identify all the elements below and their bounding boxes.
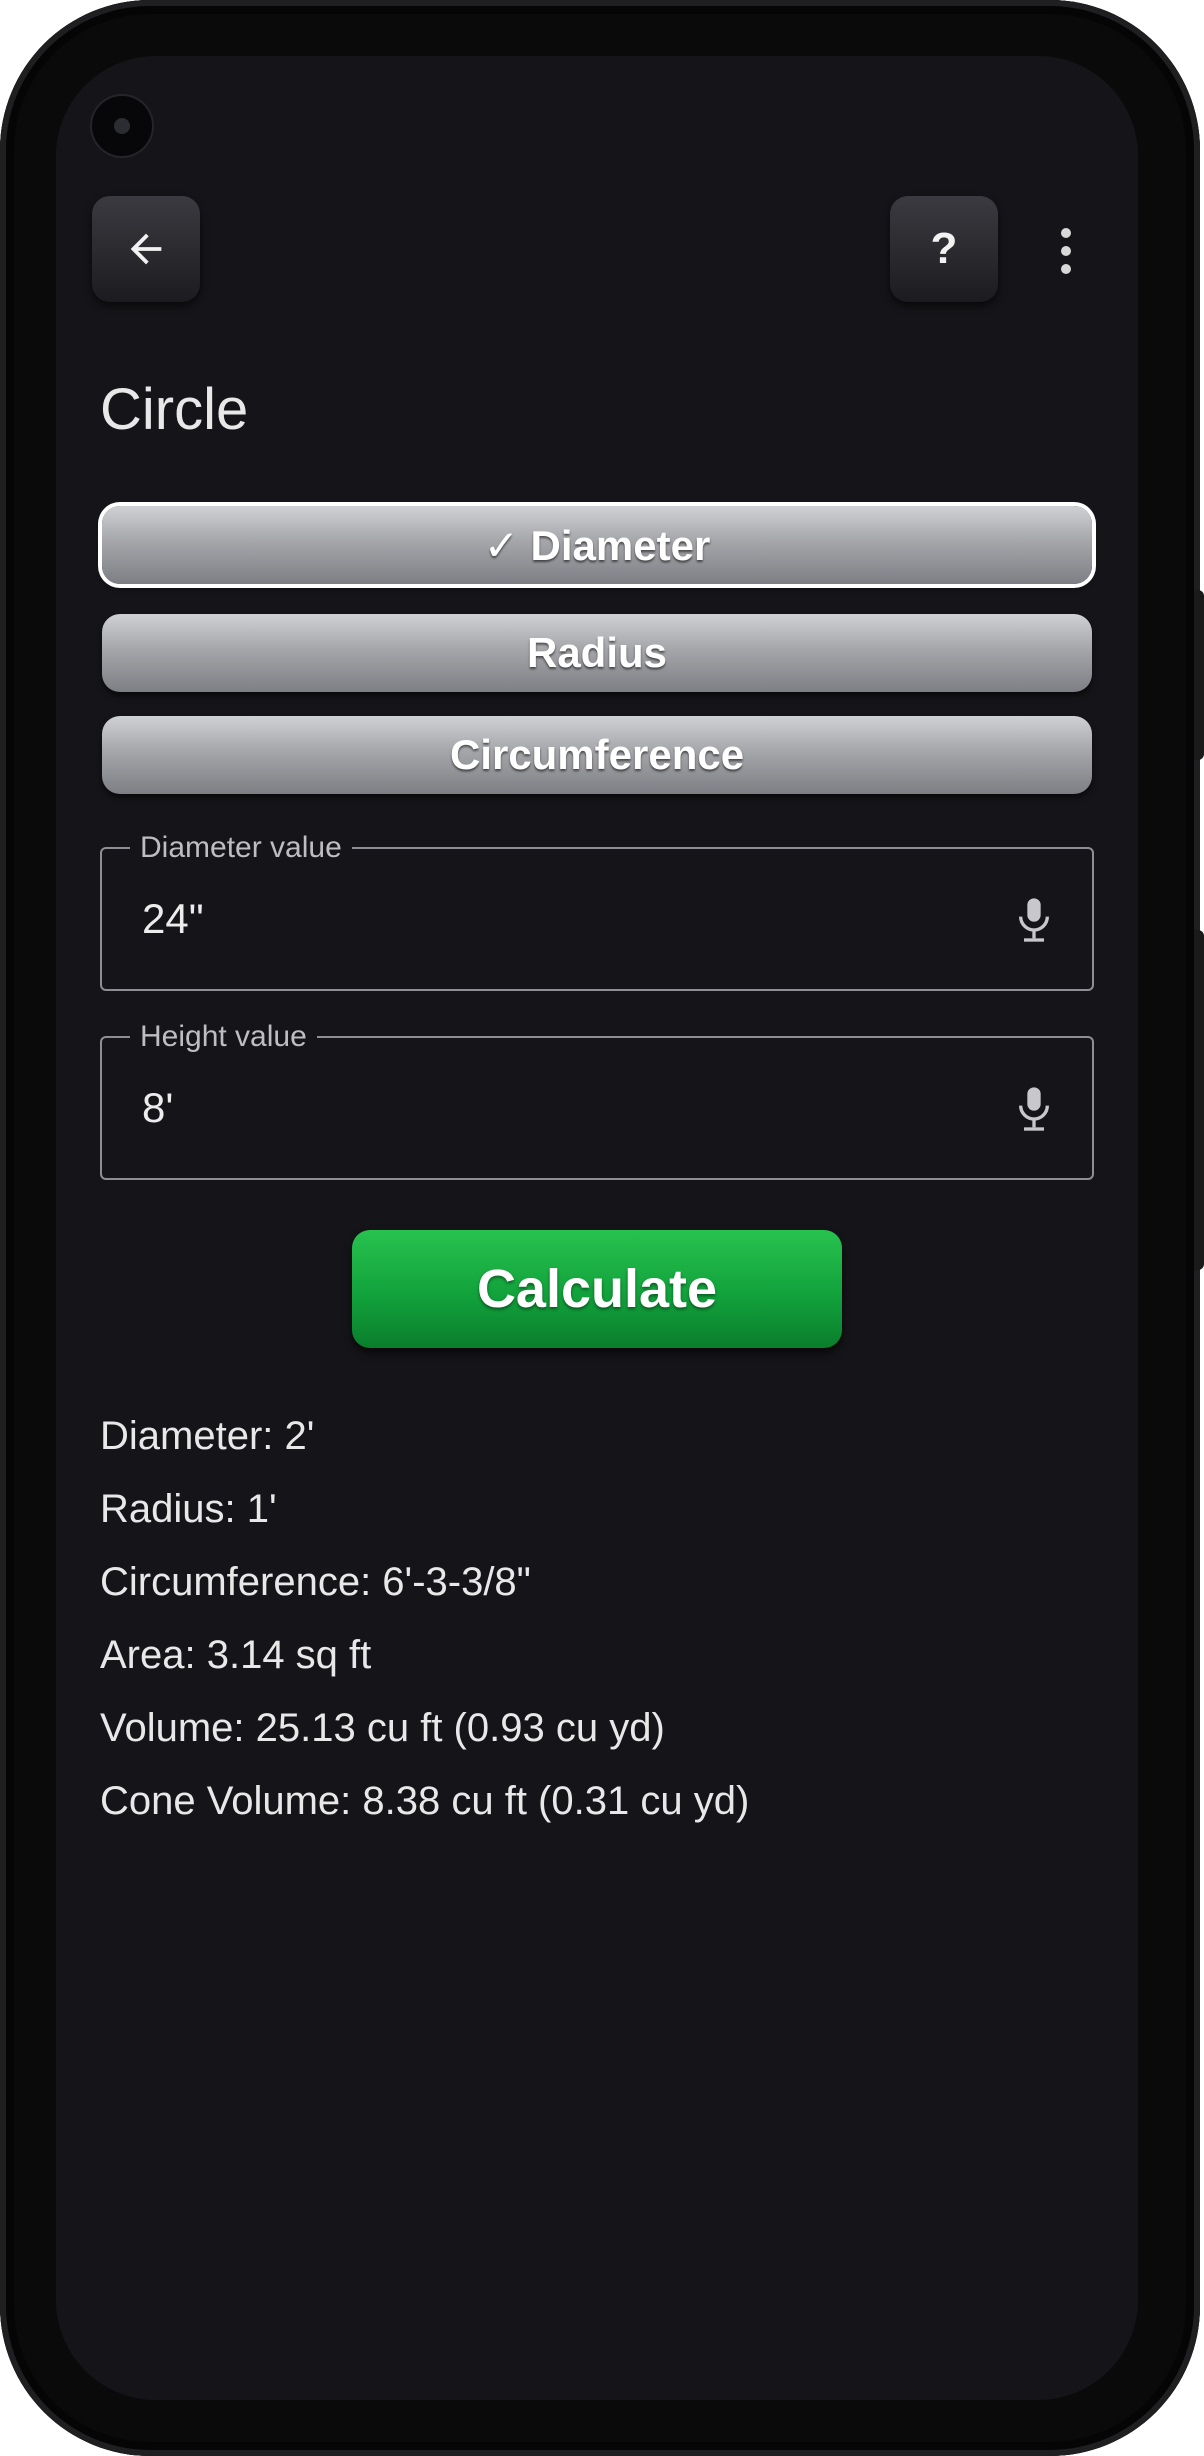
mode-diameter-button[interactable]: ✓ Diameter	[102, 506, 1092, 584]
height-input[interactable]: 8'	[142, 1082, 173, 1134]
height-field[interactable]: Height value 8'	[100, 1020, 1094, 1180]
volume-button	[1194, 590, 1204, 760]
result-diameter: Diameter: 2'	[100, 1414, 315, 1458]
back-button[interactable]	[92, 196, 200, 302]
front-camera	[92, 96, 152, 156]
diameter-field[interactable]: Diameter value 24"	[100, 831, 1094, 991]
power-button	[1194, 930, 1204, 1270]
mode-circumference-button[interactable]: Circumference	[102, 716, 1092, 794]
results-list: Diameter: 2' Radius: 1' Circumference: 6…	[100, 1400, 749, 1838]
mode-radius-button[interactable]: Radius	[102, 614, 1092, 692]
result-radius: Radius: 1'	[100, 1487, 277, 1531]
arrow-left-icon	[130, 233, 162, 265]
height-field-label: Height value	[130, 1020, 317, 1054]
result-circumference: Circumference: 6'-3-3/8"	[100, 1560, 531, 1604]
result-cone-volume: Cone Volume: 8.38 cu ft (0.31 cu yd)	[100, 1779, 750, 1823]
more-options-button[interactable]	[1046, 206, 1086, 296]
page-title: Circle	[100, 377, 249, 442]
mic-icon[interactable]	[1014, 1084, 1054, 1134]
result-volume: Volume: 25.13 cu ft (0.93 cu yd)	[100, 1706, 665, 1750]
more-vert-icon	[1061, 228, 1071, 238]
diameter-input[interactable]: 24"	[142, 893, 204, 945]
help-button[interactable]: ?	[890, 196, 998, 302]
calculate-button[interactable]: Calculate	[352, 1230, 842, 1348]
result-area: Area: 3.14 sq ft	[100, 1633, 372, 1677]
app-screen: ? Circle ✓ Diameter Radius Circumference…	[56, 56, 1138, 2400]
mic-icon[interactable]	[1014, 895, 1054, 945]
diameter-field-label: Diameter value	[130, 831, 352, 865]
